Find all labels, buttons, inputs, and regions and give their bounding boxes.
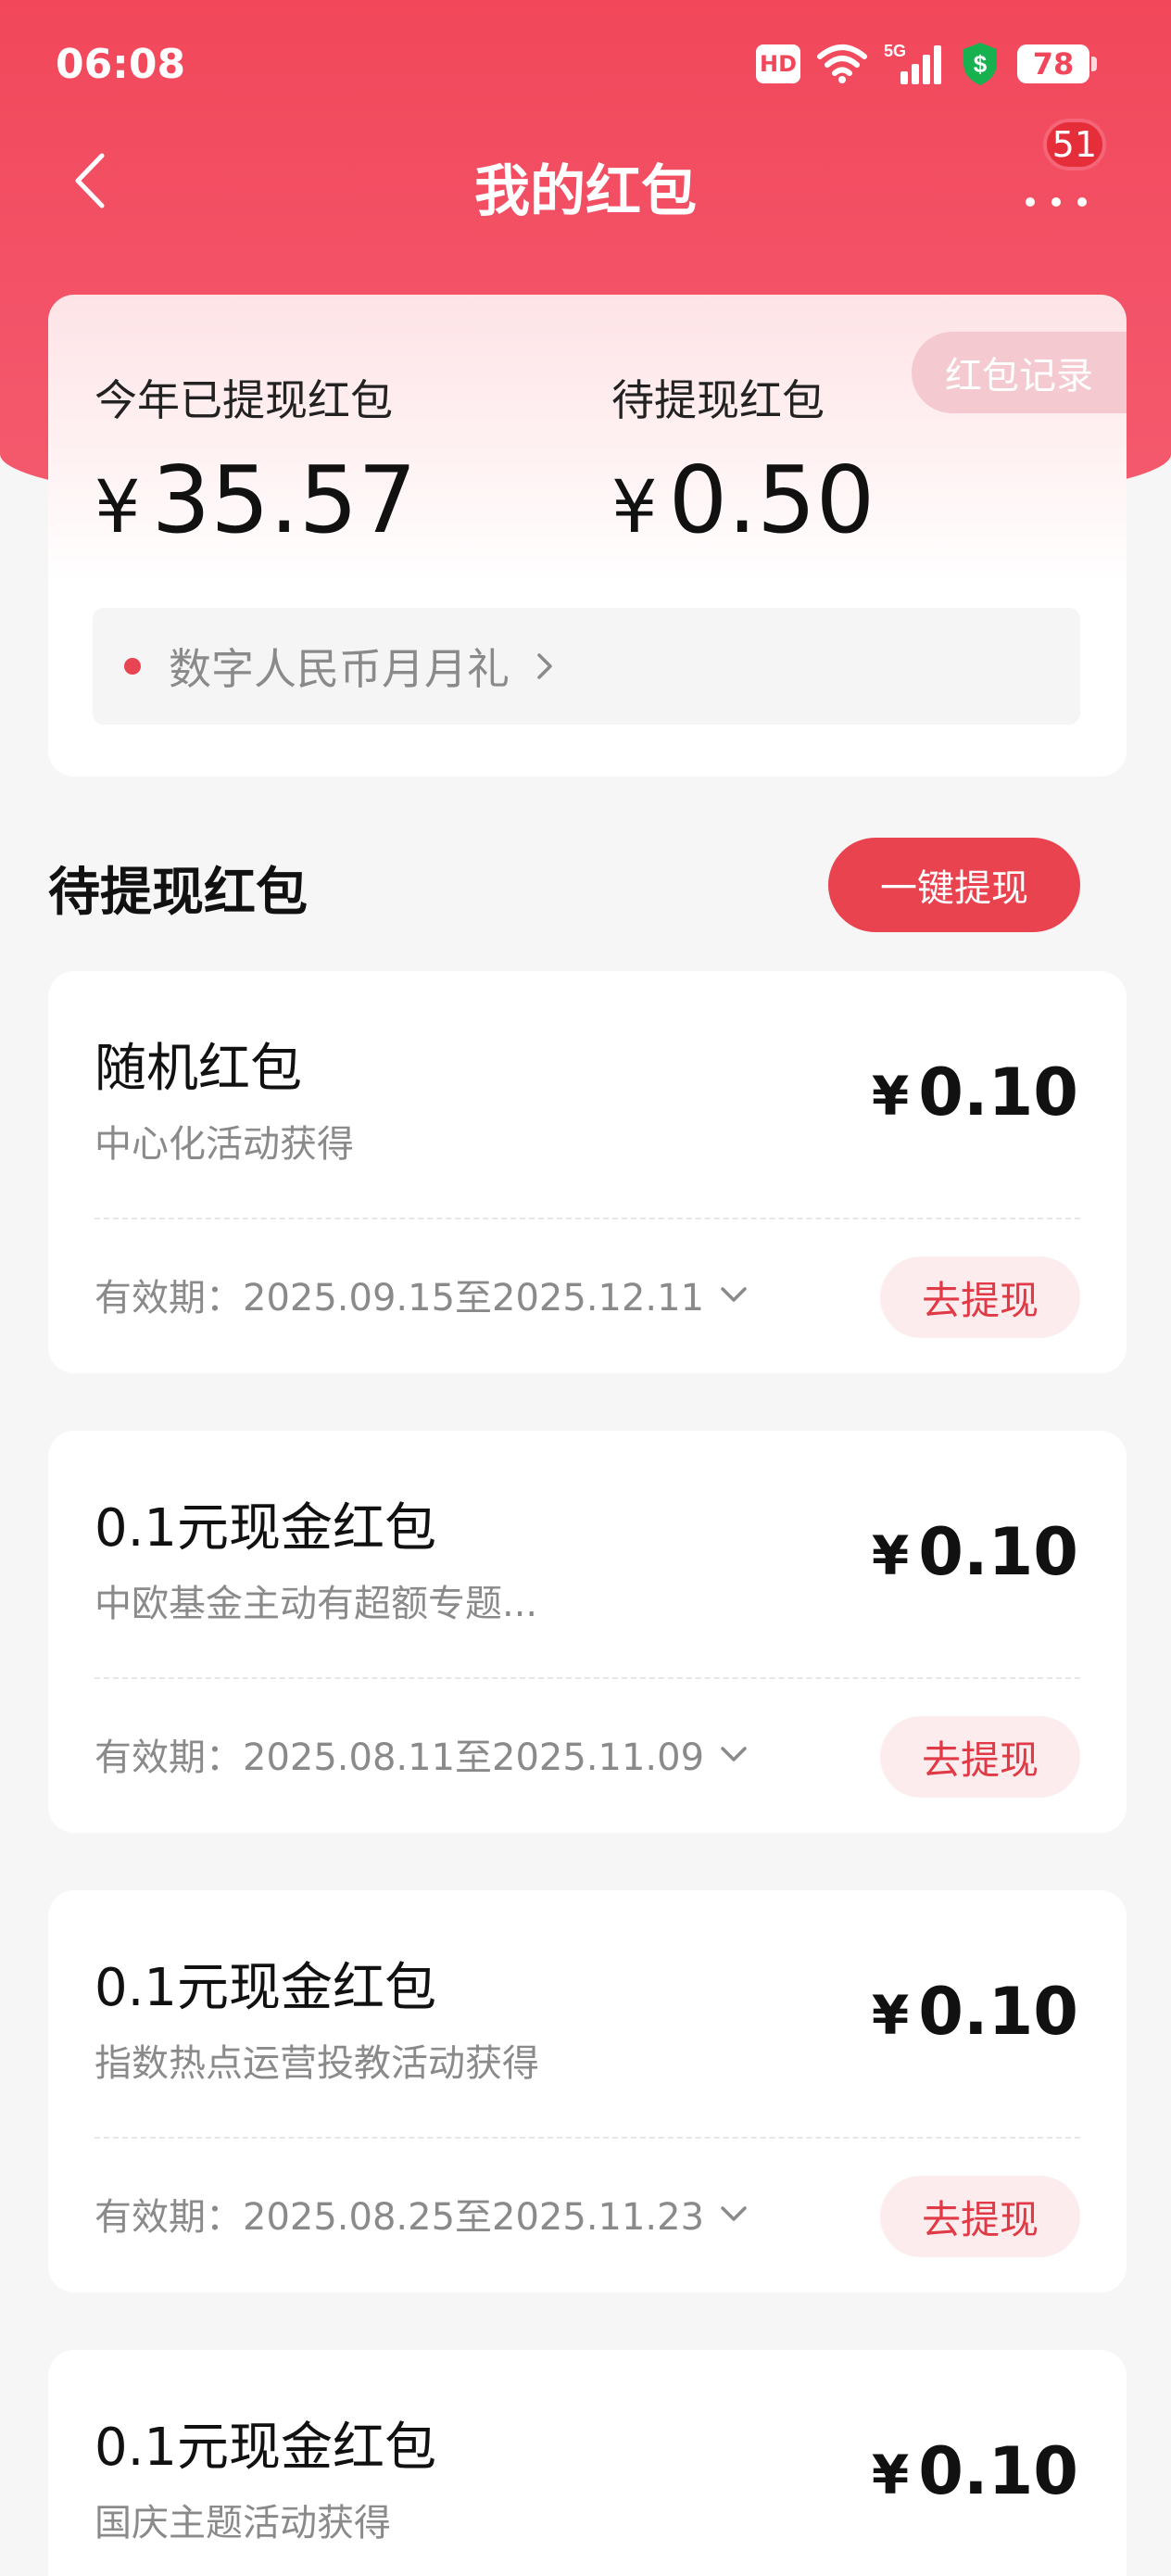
validity-text: 有效期：2025.08.11至2025.11.09 bbox=[94, 1736, 705, 1779]
withdraw-button[interactable]: 去提现 bbox=[880, 2176, 1080, 2257]
chevron-down-icon bbox=[721, 1287, 747, 1302]
currency-symbol: ¥ bbox=[611, 466, 658, 549]
currency-symbol: ¥ bbox=[871, 2443, 910, 2507]
validity-toggle[interactable]: 有效期：2025.08.11至2025.11.09 bbox=[94, 1727, 750, 1781]
envelope-subtitle: 中欧基金主动有超额专题... bbox=[94, 1583, 538, 1625]
svg-text:$: $ bbox=[974, 50, 988, 78]
withdrawn-stat: 今年已提现红包 ¥35.57 bbox=[94, 367, 417, 547]
envelope-card: 0.1元现金红包 指数热点运营投教活动获得 ¥0.10 有效期：2025.08.… bbox=[48, 1890, 1127, 2292]
envelope-title: 0.1元现金红包 bbox=[94, 2418, 437, 2478]
promo-dot bbox=[124, 658, 141, 675]
envelope-amount: ¥0.10 bbox=[872, 2433, 1078, 2509]
envelope-subtitle: 指数热点运营投教活动获得 bbox=[94, 2042, 539, 2085]
divider bbox=[94, 2137, 1080, 2139]
section-title: 待提现红包 bbox=[48, 863, 308, 923]
notification-badge: 51 bbox=[1042, 119, 1106, 170]
promo-text: 数字人民币月月礼 bbox=[169, 644, 510, 694]
amount-value: 0.10 bbox=[918, 2433, 1078, 2509]
withdrawn-label: 今年已提现红包 bbox=[94, 375, 393, 425]
pending-amount: 0.50 bbox=[668, 446, 875, 554]
validity-toggle[interactable]: 有效期：2025.09.15至2025.12.11 bbox=[94, 1268, 750, 1321]
withdrawn-amount: 35.57 bbox=[151, 446, 417, 554]
currency-symbol: ¥ bbox=[871, 1984, 910, 2047]
status-bar: 06:08 HD 5G $ 78 bbox=[0, 0, 1171, 130]
battery-indicator: 78 bbox=[1017, 44, 1097, 83]
pending-value: ¥0.50 bbox=[611, 454, 875, 547]
currency-symbol: ¥ bbox=[94, 466, 141, 549]
nav-bar: 我的红包 bbox=[0, 130, 1171, 232]
history-button[interactable]: 红包记录 bbox=[912, 332, 1127, 413]
envelope-card: 0.1元现金红包 国庆主题活动获得 ¥0.10 bbox=[48, 2350, 1127, 2576]
pending-stat: 待提现红包 ¥0.50 bbox=[611, 367, 875, 547]
status-icons: HD 5G $ 78 bbox=[756, 41, 1097, 87]
envelope-subtitle: 中心化活动获得 bbox=[94, 1123, 354, 1166]
envelope-card: 0.1元现金红包 中欧基金主动有超额专题... ¥0.10 有效期：2025.0… bbox=[48, 1431, 1127, 1833]
envelope-title: 随机红包 bbox=[94, 1039, 302, 1099]
envelope-amount: ¥0.10 bbox=[872, 1054, 1078, 1130]
withdraw-all-button[interactable]: 一键提现 bbox=[828, 838, 1080, 932]
envelope-title: 0.1元现金红包 bbox=[94, 1958, 437, 2018]
envelope-amount: ¥0.10 bbox=[872, 1514, 1078, 1590]
amount-value: 0.10 bbox=[918, 1974, 1078, 2050]
currency-symbol: ¥ bbox=[871, 1524, 910, 1587]
summary-card: 红包记录 今年已提现红包 ¥35.57 待提现红包 ¥0.50 数字人民币月月礼 bbox=[48, 295, 1127, 777]
validity-toggle[interactable]: 有效期：2025.08.25至2025.11.23 bbox=[94, 2187, 750, 2241]
hd-badge: HD bbox=[756, 44, 800, 83]
envelope-title: 0.1元现金红包 bbox=[94, 1498, 437, 1559]
wifi-icon bbox=[817, 44, 867, 83]
withdraw-button[interactable]: 去提现 bbox=[880, 1716, 1080, 1798]
amount-value: 0.10 bbox=[918, 1514, 1078, 1590]
page-title: 我的红包 bbox=[474, 159, 697, 224]
signal-icon: 5G bbox=[884, 42, 941, 84]
envelope-amount: ¥0.10 bbox=[872, 1974, 1078, 2050]
pending-label: 待提现红包 bbox=[611, 375, 825, 425]
network-label: 5G bbox=[884, 42, 906, 60]
withdrawn-value: ¥35.57 bbox=[94, 454, 417, 547]
chevron-down-icon bbox=[721, 1747, 747, 1762]
chevron-down-icon bbox=[721, 2206, 747, 2221]
amount-value: 0.10 bbox=[918, 1054, 1078, 1130]
promo-row[interactable]: 数字人民币月月礼 bbox=[93, 608, 1080, 725]
divider bbox=[94, 1677, 1080, 1679]
envelope-subtitle: 国庆主题活动获得 bbox=[94, 2502, 391, 2544]
shield-icon: $ bbox=[963, 43, 997, 85]
withdraw-button[interactable]: 去提现 bbox=[880, 1256, 1080, 1338]
status-time: 06:08 bbox=[56, 41, 186, 88]
envelope-card: 随机红包 中心化活动获得 ¥0.10 有效期：2025.09.15至2025.1… bbox=[48, 971, 1127, 1373]
divider bbox=[94, 1218, 1080, 1219]
currency-symbol: ¥ bbox=[871, 1065, 910, 1128]
chevron-right-icon bbox=[537, 653, 552, 679]
validity-text: 有效期：2025.09.15至2025.12.11 bbox=[94, 1277, 705, 1320]
validity-text: 有效期：2025.08.25至2025.11.23 bbox=[94, 2196, 705, 2239]
